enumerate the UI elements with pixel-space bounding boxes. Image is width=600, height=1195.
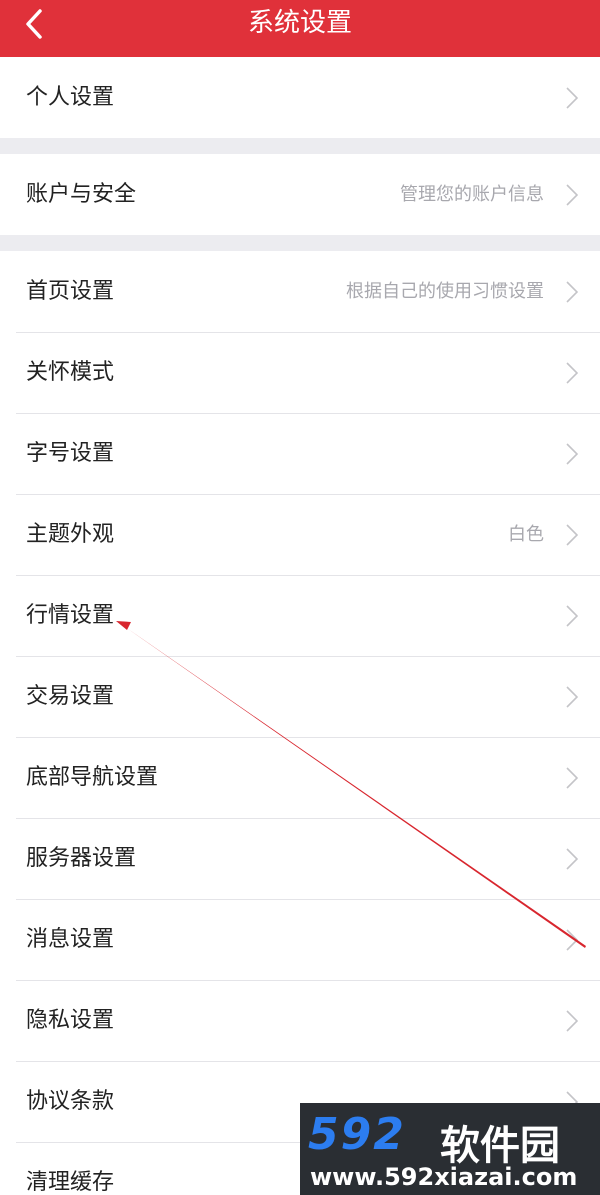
chevron-right-icon (566, 767, 578, 789)
settings-row-server[interactable]: 服务器设置 (0, 818, 600, 899)
chevron-right-icon (566, 443, 578, 465)
settings-row-home[interactable]: 首页设置 根据自己的使用习惯设置 (0, 251, 600, 332)
top-app-bar: 系统设置 (0, 0, 600, 57)
settings-row-font-size[interactable]: 字号设置 (0, 413, 600, 494)
settings-row-label: 清理缓存 (26, 1170, 115, 1195)
settings-group-personal: 个人设置 (0, 57, 600, 138)
watermark-logo: 592 软件园 www.592xiazai.com (300, 1103, 600, 1195)
settings-row-label: 协议条款 (26, 1089, 115, 1114)
settings-row-market[interactable]: 行情设置 (0, 575, 600, 656)
chevron-right-icon (566, 362, 578, 384)
chevron-right-icon (566, 184, 578, 206)
settings-group-account: 账户与安全 管理您的账户信息 (0, 154, 600, 235)
settings-row-label: 行情设置 (26, 603, 115, 628)
settings-row-bottom-nav[interactable]: 底部导航设置 (0, 737, 600, 818)
settings-row-label: 个人设置 (26, 85, 115, 110)
settings-row-label: 隐私设置 (26, 1008, 115, 1033)
settings-row-theme[interactable]: 主题外观 白色 (0, 494, 600, 575)
settings-row-label: 账户与安全 (26, 182, 137, 207)
settings-row-label: 首页设置 (26, 279, 115, 304)
watermark-brand: 592 (308, 1109, 406, 1160)
settings-row-hint: 白色 (508, 524, 544, 545)
settings-row-label: 服务器设置 (26, 846, 137, 871)
chevron-right-icon (566, 605, 578, 627)
settings-row-privacy[interactable]: 隐私设置 (0, 980, 600, 1061)
watermark-url: www.592xiazai.com (310, 1163, 578, 1191)
settings-row-hint: 根据自己的使用习惯设置 (346, 281, 544, 302)
settings-row-message[interactable]: 消息设置 (0, 899, 600, 980)
chevron-right-icon (566, 524, 578, 546)
settings-row-hint: 管理您的账户信息 (400, 184, 544, 205)
chevron-right-icon (566, 1010, 578, 1032)
settings-row-label: 底部导航设置 (26, 765, 159, 790)
chevron-right-icon (566, 929, 578, 951)
page-title: 系统设置 (247, 8, 352, 38)
chevron-right-icon (566, 686, 578, 708)
settings-row-personal[interactable]: 个人设置 (0, 57, 600, 138)
settings-group-general: 首页设置 根据自己的使用习惯设置 关怀模式 字号设置 主题外观 白色 行情设置 … (0, 251, 600, 1195)
settings-row-account-security[interactable]: 账户与安全 管理您的账户信息 (0, 154, 600, 235)
chevron-right-icon (566, 281, 578, 303)
settings-row-label: 字号设置 (26, 441, 115, 466)
settings-row-label: 交易设置 (26, 684, 115, 709)
settings-row-care-mode[interactable]: 关怀模式 (0, 332, 600, 413)
chevron-right-icon (566, 848, 578, 870)
settings-row-label: 消息设置 (26, 927, 115, 952)
settings-row-label: 主题外观 (26, 522, 115, 547)
settings-row-trade[interactable]: 交易设置 (0, 656, 600, 737)
settings-row-label: 关怀模式 (26, 360, 115, 385)
chevron-right-icon (566, 87, 578, 109)
